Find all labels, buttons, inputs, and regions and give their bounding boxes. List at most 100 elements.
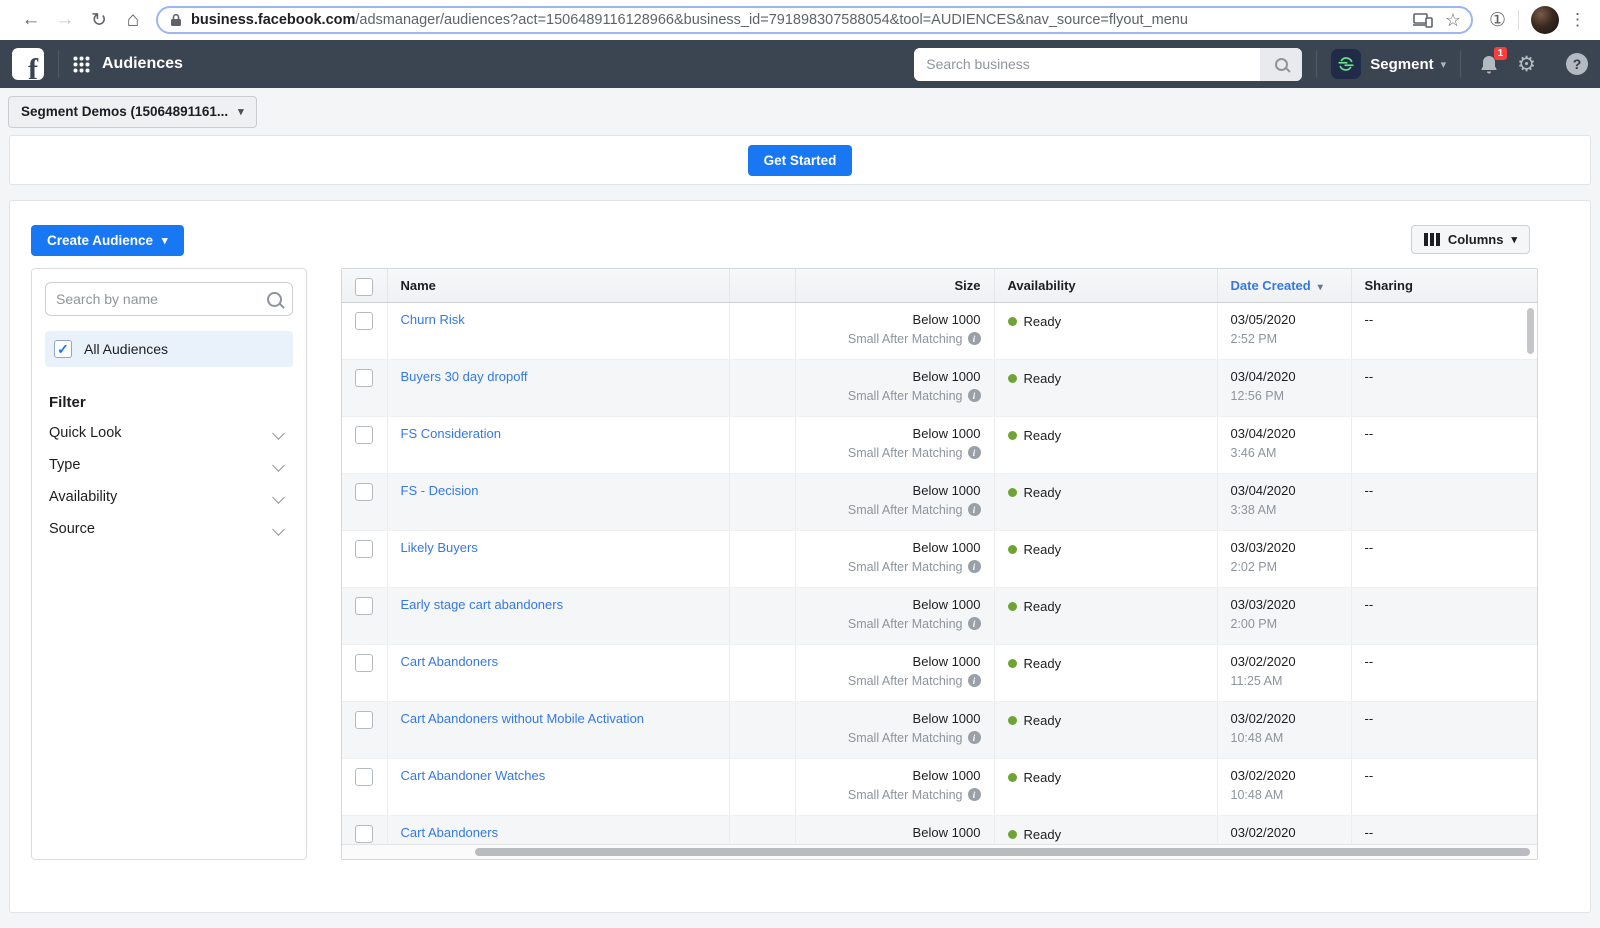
time-created-value: 2:02 PM (1231, 560, 1338, 574)
col-header-size[interactable]: Size (795, 269, 994, 302)
business-search-input[interactable] (914, 48, 1260, 81)
select-all-checkbox[interactable] (355, 278, 373, 296)
info-icon[interactable]: i (968, 560, 981, 573)
refresh-icon[interactable]: ↻ (82, 9, 116, 32)
audience-name-link[interactable]: Cart Abandoners (401, 654, 499, 669)
business-name[interactable]: Segment (1370, 56, 1433, 73)
facebook-logo[interactable]: f (12, 48, 44, 80)
row-checkbox[interactable] (355, 654, 373, 672)
table-row: Likely Buyers Below 1000 Small After Mat… (342, 530, 1537, 587)
sharing-value: -- (1365, 654, 1374, 669)
account-selector[interactable]: Segment Demos (15064891161... ▾ (8, 96, 257, 128)
filter-availability[interactable]: Availability (45, 481, 293, 513)
chevron-down-icon[interactable]: ▾ (1441, 58, 1447, 71)
page-title: Audiences (102, 55, 183, 73)
audience-name-link[interactable]: Early stage cart abandoners (401, 597, 564, 612)
col-header-date-created[interactable]: Date Created▾ (1217, 269, 1351, 302)
url-text: business.facebook.com/adsmanager/audienc… (191, 12, 1401, 28)
chevron-down-icon (272, 459, 285, 472)
notifications-bell-icon[interactable]: 1 (1479, 54, 1499, 75)
size-value: Below 1000 (809, 312, 981, 327)
date-created-value: 03/02/2020 (1231, 768, 1338, 783)
bookmark-star-icon[interactable]: ☆ (1445, 10, 1461, 31)
row-checkbox[interactable] (355, 312, 373, 330)
segment-logo[interactable] (1331, 49, 1361, 79)
help-icon[interactable]: ? (1566, 53, 1588, 75)
col-empty (729, 359, 795, 416)
ready-status-icon (1008, 773, 1017, 782)
filter-quick-look[interactable]: Quick Look (45, 417, 293, 449)
audience-name-link[interactable]: Cart Abandoners (401, 825, 499, 840)
row-checkbox[interactable] (355, 825, 373, 843)
size-value: Below 1000 (809, 768, 981, 783)
settings-gear-icon[interactable]: ⚙ (1517, 52, 1536, 77)
get-started-button[interactable]: Get Started (748, 145, 853, 176)
app-navbar: f Audiences Segment ▾ 1 ⚙ ? (0, 40, 1600, 88)
name-search-input[interactable] (56, 291, 267, 307)
audience-name-link[interactable]: Cart Abandoners without Mobile Activatio… (401, 711, 645, 726)
filter-type[interactable]: Type (45, 449, 293, 481)
info-icon[interactable]: i (968, 446, 981, 459)
extension-icon[interactable]: ① (1489, 9, 1506, 32)
info-icon[interactable]: i (968, 674, 981, 687)
url-bar[interactable]: business.facebook.com/adsmanager/audienc… (156, 6, 1473, 34)
availability-value: Ready (1024, 542, 1062, 557)
col-header-availability[interactable]: Availability (994, 269, 1217, 302)
col-header-sharing[interactable]: Sharing (1351, 269, 1537, 302)
audience-name-link[interactable]: Cart Abandoner Watches (401, 768, 546, 783)
info-icon[interactable]: i (968, 503, 981, 516)
time-created-value: 10:48 AM (1231, 788, 1338, 802)
home-icon[interactable]: ⌂ (116, 8, 150, 32)
audience-name-link[interactable]: FS - Decision (401, 483, 479, 498)
all-audiences-toggle[interactable]: ✓ All Audiences (45, 331, 293, 367)
audience-name-link[interactable]: Churn Risk (401, 312, 465, 327)
all-audiences-checkbox[interactable]: ✓ (54, 340, 72, 358)
filter-source[interactable]: Source (45, 513, 293, 545)
info-icon[interactable]: i (968, 731, 981, 744)
vertical-scrollbar[interactable] (1527, 308, 1534, 354)
audience-name-link[interactable]: Buyers 30 day dropoff (401, 369, 528, 384)
browser-menu-icon[interactable]: ⋮ (1569, 10, 1586, 30)
chevron-down-icon: ▾ (1511, 233, 1517, 246)
size-note: Small After Matching (848, 389, 963, 403)
row-checkbox[interactable] (355, 597, 373, 615)
row-checkbox[interactable] (355, 768, 373, 786)
row-checkbox[interactable] (355, 483, 373, 501)
divider (58, 50, 59, 78)
table-row: Early stage cart abandoners Below 1000 S… (342, 587, 1537, 644)
browser-profile-avatar[interactable] (1531, 6, 1559, 34)
forward-icon[interactable]: → (48, 9, 82, 31)
search-icon[interactable] (1260, 48, 1302, 81)
horizontal-scrollbar[interactable] (342, 844, 1537, 859)
horizontal-scrollbar-thumb[interactable] (475, 848, 1530, 856)
availability-value: Ready (1024, 314, 1062, 329)
apps-grid-icon[interactable] (73, 56, 90, 73)
audience-name-link[interactable]: Likely Buyers (401, 540, 478, 555)
all-audiences-label: All Audiences (84, 341, 168, 357)
business-search[interactable] (914, 48, 1302, 81)
time-created-value: 3:38 AM (1231, 503, 1338, 517)
info-icon[interactable]: i (968, 788, 981, 801)
audiences-panel: Create Audience ▾ Columns ▾ ✓ All Audien… (9, 200, 1591, 913)
divider (1518, 10, 1519, 30)
col-header-name[interactable]: Name (387, 269, 729, 302)
columns-button[interactable]: Columns ▾ (1411, 225, 1530, 254)
info-icon[interactable]: i (968, 332, 981, 345)
create-audience-button[interactable]: Create Audience ▾ (31, 225, 184, 256)
row-checkbox[interactable] (355, 540, 373, 558)
size-value: Below 1000 (809, 483, 981, 498)
name-search[interactable] (45, 282, 293, 316)
info-icon[interactable]: i (968, 389, 981, 402)
audience-name-link[interactable]: FS Consideration (401, 426, 501, 441)
sharing-value: -- (1365, 369, 1374, 384)
row-checkbox[interactable] (355, 369, 373, 387)
sort-caret-icon: ▾ (1318, 282, 1323, 293)
row-checkbox[interactable] (355, 426, 373, 444)
back-icon[interactable]: ← (14, 9, 48, 31)
lock-icon (170, 13, 182, 27)
send-to-device-icon[interactable] (1413, 13, 1433, 28)
ready-status-icon (1008, 545, 1017, 554)
row-checkbox[interactable] (355, 711, 373, 729)
info-icon[interactable]: i (968, 617, 981, 630)
date-created-value: 03/04/2020 (1231, 483, 1338, 498)
